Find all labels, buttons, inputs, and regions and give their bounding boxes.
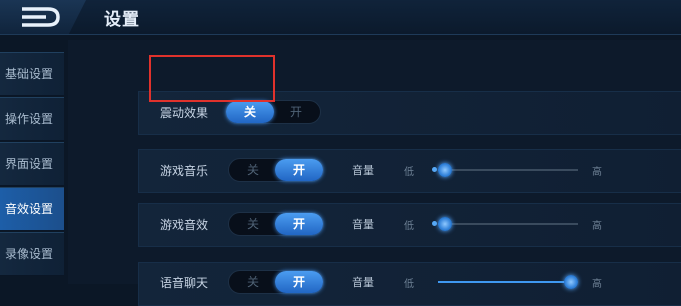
- voice-chat-label: 语音聊天: [160, 276, 209, 290]
- sfx-slider-knob[interactable]: [438, 217, 452, 231]
- back-button[interactable]: [0, 0, 86, 34]
- game-music-off-option[interactable]: 关: [229, 159, 277, 181]
- sfx-volume-slider[interactable]: [432, 217, 578, 231]
- music-slider-start-dot: [432, 167, 437, 172]
- sidebar: 基础设置 操作设置 界面设置 音效设置 录像设置: [0, 42, 66, 284]
- voice-slider-knob[interactable]: [564, 275, 578, 289]
- back-arrow-icon: [22, 7, 60, 27]
- voice-low-label: 低: [404, 279, 414, 290]
- page-title: 设置: [104, 10, 140, 30]
- game-sfx-label: 游戏音效: [160, 218, 209, 232]
- voice-slider-fill: [438, 281, 571, 283]
- voice-chat-toggle[interactable]: 关 开: [228, 270, 324, 294]
- sidebar-item-interface[interactable]: 界面设置: [0, 142, 64, 186]
- music-slider-knob[interactable]: [438, 163, 452, 177]
- sidebar-item-sound[interactable]: 音效设置: [0, 187, 64, 231]
- voice-volume-slider[interactable]: [438, 275, 578, 289]
- game-sfx-on-option[interactable]: 开: [275, 213, 323, 235]
- top-bar: 设置: [0, 0, 681, 35]
- sidebar-item-controls[interactable]: 操作设置: [0, 97, 64, 141]
- vibration-label: 震动效果: [160, 106, 209, 120]
- game-music-toggle[interactable]: 关 开: [228, 158, 324, 182]
- game-sfx-toggle[interactable]: 关 开: [228, 212, 324, 236]
- sfx-slider-start-dot: [432, 221, 437, 226]
- game-sfx-off-option[interactable]: 关: [229, 213, 277, 235]
- voice-chat-off-option[interactable]: 关: [229, 271, 277, 293]
- sidebar-item-basic[interactable]: 基础设置: [0, 52, 64, 96]
- sidebar-item-replay[interactable]: 录像设置: [0, 232, 64, 276]
- voice-volume-label: 音量: [352, 276, 374, 289]
- sfx-high-label: 高: [592, 221, 602, 232]
- vibration-on-option[interactable]: 开: [272, 101, 320, 123]
- vibration-toggle[interactable]: 关 开: [225, 100, 321, 124]
- music-high-label: 高: [592, 167, 602, 178]
- game-music-label: 游戏音乐: [160, 164, 209, 178]
- game-music-on-option[interactable]: 开: [275, 159, 323, 181]
- voice-chat-on-option[interactable]: 开: [275, 271, 323, 293]
- sfx-volume-label: 音量: [352, 218, 374, 231]
- voice-high-label: 高: [592, 279, 602, 290]
- music-low-label: 低: [404, 167, 414, 178]
- music-volume-slider[interactable]: [432, 163, 578, 177]
- music-volume-label: 音量: [352, 164, 374, 177]
- highlight-box: [149, 55, 275, 102]
- sfx-low-label: 低: [404, 221, 414, 232]
- vibration-off-option[interactable]: 关: [226, 101, 274, 123]
